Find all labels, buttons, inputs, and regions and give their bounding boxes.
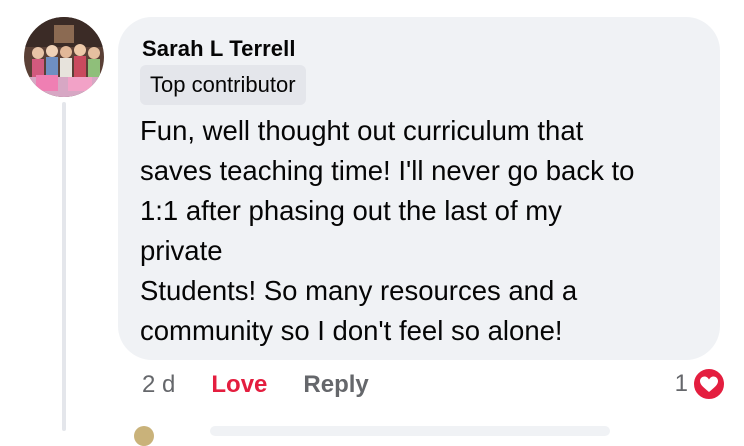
reaction-count: 1 xyxy=(674,370,688,397)
next-reply-avatar xyxy=(134,426,154,446)
love-reaction-button[interactable]: Love xyxy=(211,371,267,399)
love-heart-icon xyxy=(692,367,726,401)
comment-text-line: private xyxy=(140,235,223,266)
next-reply-bubble xyxy=(210,426,610,436)
thread-line xyxy=(62,102,66,431)
comment-text-line: 1:1 after phasing out the last of my xyxy=(140,195,562,226)
comment-bubble: Sarah L Terrell Top contributor Fun, wel… xyxy=(118,17,720,360)
comment-actions: 2 d Love Reply xyxy=(142,367,369,403)
comment-text-line: saves teaching time! I'll never go back … xyxy=(140,155,635,186)
comment-timestamp[interactable]: 2 d xyxy=(142,371,175,399)
author-avatar[interactable] xyxy=(24,17,104,97)
comment-text-line: Students! So many resources and a xyxy=(140,275,578,306)
comment-text-line: Fun, well thought out curriculum that xyxy=(140,115,584,146)
author-name[interactable]: Sarah L Terrell xyxy=(142,36,296,62)
reaction-summary[interactable]: 1 xyxy=(675,365,726,403)
comment-text: Fun, well thought out curriculum that sa… xyxy=(140,111,710,351)
reply-button[interactable]: Reply xyxy=(303,371,368,399)
avatar-photo xyxy=(24,17,104,97)
comment-text-line: community so I don't feel so alone! xyxy=(140,315,563,346)
top-contributor-badge: Top contributor xyxy=(140,65,306,105)
